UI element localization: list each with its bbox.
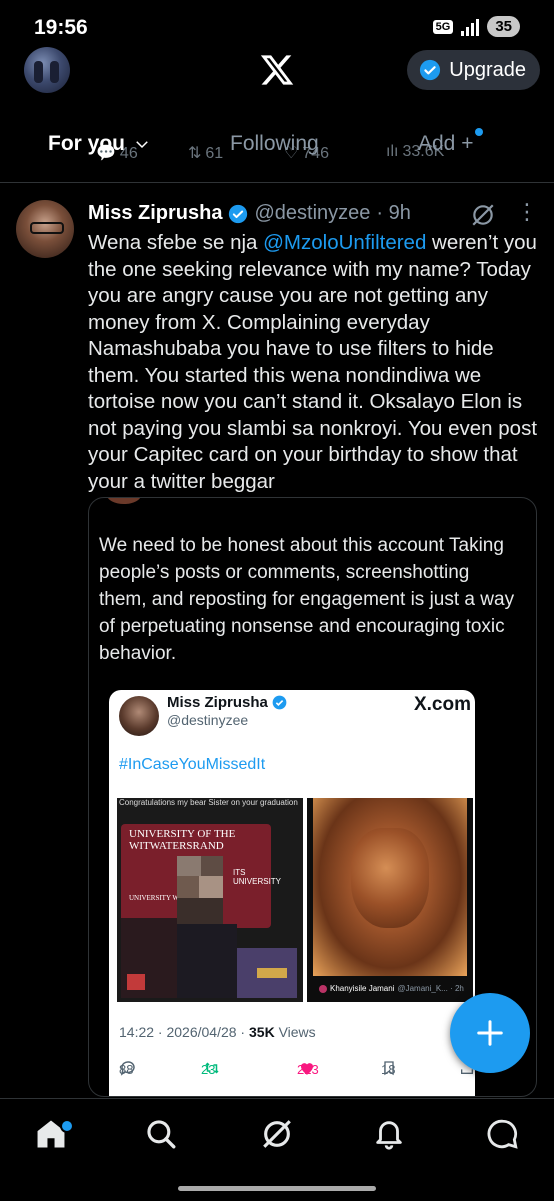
status-time: 19:56	[34, 16, 88, 39]
verified-icon	[420, 59, 441, 81]
embedded-screenshot[interactable]: Miss Ziprusha @destinyzee X.com #InCaseY…	[109, 690, 475, 1096]
mention-link[interactable]: @MzoloUnfiltered	[263, 231, 426, 254]
battery-icon: 35	[487, 16, 520, 37]
grok-icon[interactable]	[260, 1117, 294, 1151]
quoted-text: We need to be honest about this account …	[99, 535, 515, 664]
grok-icon[interactable]	[470, 202, 496, 228]
status-bar: 19:56 5G 35	[0, 0, 554, 44]
feed-tabs: For you Following Add +	[0, 120, 554, 170]
tab-add-label: Add +	[418, 132, 474, 155]
verified-icon	[229, 204, 248, 223]
notification-dot	[475, 128, 484, 136]
tab-add[interactable]: Add +	[418, 128, 484, 156]
tab-for-you-label: For you	[48, 132, 125, 155]
notifications-icon[interactable]	[372, 1117, 406, 1151]
top-header: Upgrade	[0, 40, 554, 100]
author-handle[interactable]: @destinyzee	[254, 202, 370, 225]
screenshot-brand: X.com	[413, 694, 471, 715]
pixelated-region	[257, 968, 287, 978]
its-text: ITS UNIVERSITY	[233, 868, 282, 886]
avatar[interactable]	[16, 200, 74, 258]
pixelated-region	[201, 856, 223, 876]
pixelated-region	[177, 856, 201, 876]
screenshot-handle: @destinyzee	[167, 712, 249, 728]
screenshot-author-name: Miss Ziprusha	[167, 694, 287, 711]
screenshot-likes: 223	[297, 1059, 319, 1077]
pixelated-region	[177, 898, 223, 924]
divider	[0, 182, 554, 183]
pixelated-region	[177, 924, 237, 998]
upgrade-label: Upgrade	[449, 58, 526, 81]
profile-avatar[interactable]	[24, 47, 70, 93]
chevron-down-icon	[136, 141, 148, 149]
avatar	[119, 696, 159, 736]
image-credit: Khanyisile Jamani @Jamani_K... · 2h	[319, 984, 464, 993]
pixelated-region	[127, 974, 145, 990]
messages-icon[interactable]	[486, 1117, 520, 1151]
timestamp-text: 14:22 · 2026/04/28 ·	[119, 1024, 249, 1040]
network-badge: 5G	[432, 19, 454, 34]
screenshot-timestamp: 14:22 · 2026/04/28 · 35K Views	[119, 1024, 316, 1040]
screenshot-bookmarks: 18	[381, 1059, 397, 1077]
views-label: Views	[274, 1024, 316, 1040]
bookmark-count-value: 18	[381, 1062, 396, 1077]
screenshot-name-text: Miss Ziprusha	[167, 694, 268, 711]
notification-dot	[60, 1119, 74, 1133]
tweet-time: · 9h	[376, 202, 411, 224]
pixelated-region	[177, 876, 199, 898]
pixelated-region	[199, 876, 223, 898]
compose-button[interactable]	[450, 993, 530, 1073]
photo-caption: Congratulations my bear Sister on your g…	[119, 798, 298, 807]
tab-for-you[interactable]: For you	[48, 132, 151, 156]
hashtag: #InCaseYouMissedIt	[119, 756, 266, 773]
gesture-bar	[178, 1186, 376, 1191]
tab-following[interactable]: Following	[230, 132, 319, 156]
verified-icon	[272, 695, 287, 710]
quoted-avatar	[107, 498, 141, 504]
tweet-header: Miss Ziprusha @destinyzee · 9h	[88, 202, 411, 225]
board-text: UNIVERSITY OF THE WITWATERSRAND	[129, 828, 236, 852]
avatar-detail	[30, 222, 64, 234]
x-logo-icon[interactable]	[258, 52, 296, 88]
repost-count-value: 23	[201, 1062, 216, 1077]
tweet-text-part: weren’t you the one seeking relevance wi…	[88, 231, 538, 493]
views-count: 35K	[249, 1024, 275, 1040]
tweet-text: Wena sfebe se nja @MzoloUnfiltered weren…	[88, 230, 544, 495]
like-count-value: 223	[297, 1062, 319, 1077]
meme-image	[313, 798, 467, 976]
tweet-text-part: Wena sfebe se nja	[88, 231, 264, 254]
reply-count-value: 88	[119, 1062, 134, 1077]
upgrade-button[interactable]: Upgrade	[407, 50, 540, 90]
search-icon[interactable]	[144, 1117, 178, 1151]
signal-icon	[461, 18, 480, 36]
screenshot-actions: 88 23 223 18	[119, 1056, 473, 1078]
credit-name: Khanyisile Jamani	[330, 984, 395, 993]
graduation-photo: Congratulations my bear Sister on your g…	[117, 798, 303, 1002]
screenshot-replies: 88	[119, 1059, 137, 1077]
plus-icon	[477, 1020, 503, 1046]
credit-meta: @Jamani_K... · 2h	[397, 984, 464, 993]
avatar	[319, 984, 327, 993]
more-options-icon[interactable]: ⋮	[516, 201, 538, 228]
screenshot-reposts: 23	[201, 1059, 223, 1077]
status-indicators: 5G 35	[432, 16, 520, 37]
author-name[interactable]: Miss Ziprusha	[88, 202, 222, 225]
meme-photo: Khanyisile Jamani @Jamani_K... · 2h	[307, 798, 473, 1002]
